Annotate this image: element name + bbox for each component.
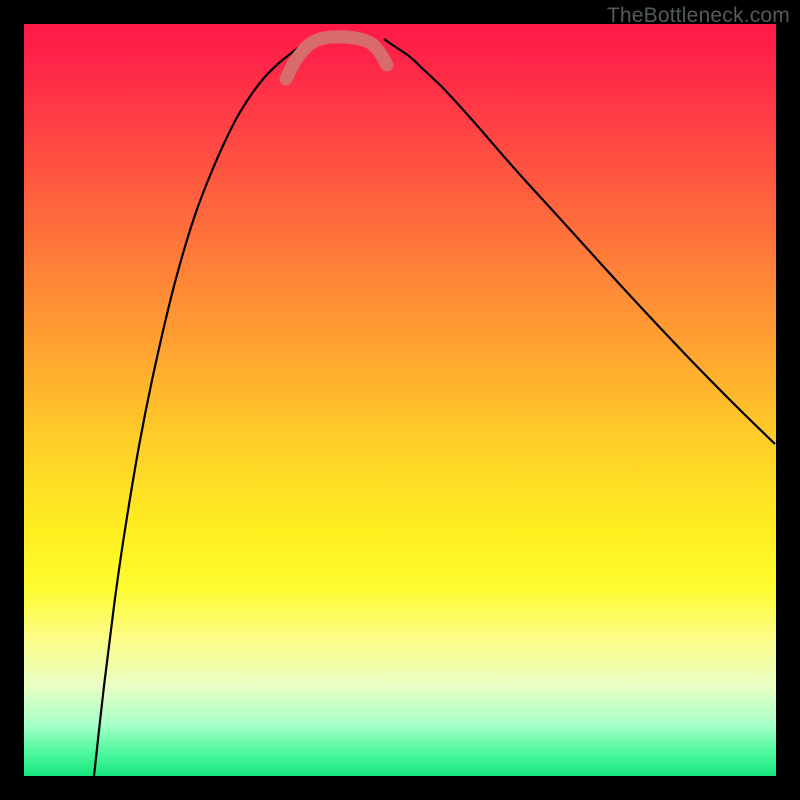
- series-right-curve: [384, 39, 775, 444]
- plot-area: [24, 24, 776, 776]
- chart-stage: TheBottleneck.com: [0, 0, 800, 800]
- series-bottom-band: [286, 37, 387, 79]
- watermark-text: TheBottleneck.com: [607, 4, 790, 28]
- series-left-curve: [94, 39, 314, 776]
- series-group: [94, 37, 775, 776]
- chart-svg: [24, 24, 776, 776]
